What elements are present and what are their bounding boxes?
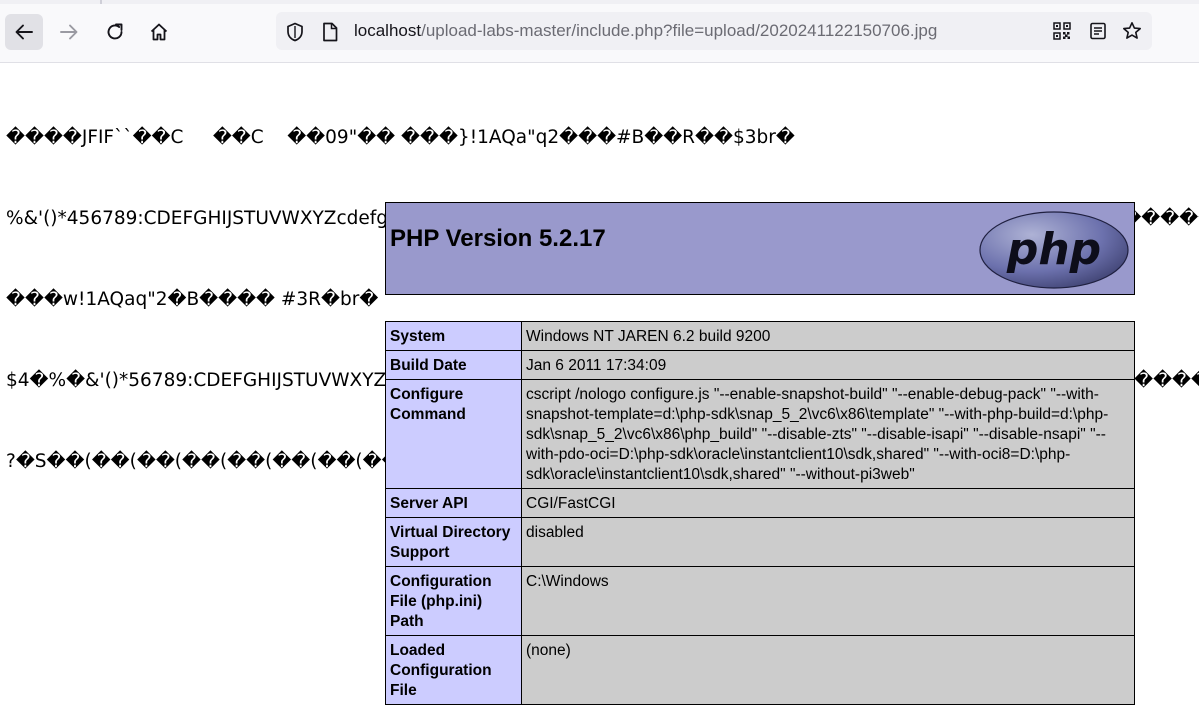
row-label: Loaded Configuration File xyxy=(385,635,522,705)
row-label: Configuration File (php.ini) Path xyxy=(385,566,522,636)
table-row: System Windows NT JAREN 6.2 build 9200 xyxy=(385,321,1135,351)
back-button[interactable] xyxy=(5,14,43,50)
shield-icon[interactable] xyxy=(284,21,306,43)
php-logo[interactable]: php xyxy=(978,210,1130,290)
url-host: localhost xyxy=(354,21,422,40)
row-value: (none) xyxy=(521,635,1135,705)
php-logo-text: php xyxy=(1006,224,1101,275)
table-row: Build Date Jan 6 2011 17:34:09 xyxy=(385,350,1135,380)
row-value: Jan 6 2011 17:34:09 xyxy=(521,350,1135,380)
url-text[interactable]: localhost/upload-labs-master/include.php… xyxy=(354,20,937,42)
row-value: CGI/FastCGI xyxy=(521,488,1135,518)
forward-button[interactable] xyxy=(50,14,88,50)
tab-strip-edge xyxy=(0,0,1199,4)
home-button[interactable] xyxy=(140,14,178,50)
reload-icon xyxy=(107,23,123,40)
page-icon[interactable] xyxy=(320,21,340,43)
row-label: Server API xyxy=(385,488,522,518)
reader-view-icon[interactable] xyxy=(1088,21,1108,41)
tab-edge xyxy=(100,0,102,4)
back-arrow-icon xyxy=(15,24,33,40)
row-label: Build Date xyxy=(385,350,522,380)
table-row: Configure Command cscript /nologo config… xyxy=(385,379,1135,489)
address-bar[interactable]: localhost/upload-labs-master/include.php… xyxy=(276,12,1152,50)
row-value: C:\Windows xyxy=(521,566,1135,636)
url-path: /upload-labs-master/include.php?file=upl… xyxy=(421,21,938,40)
qr-code-icon[interactable] xyxy=(1052,21,1072,41)
row-label: Configure Command xyxy=(385,379,522,489)
row-label: Virtual Directory Support xyxy=(385,517,522,567)
php-version-title: PHP Version 5.2.17 xyxy=(390,225,606,252)
row-label: System xyxy=(385,321,522,351)
table-row: Virtual Directory Support disabled xyxy=(385,517,1135,567)
row-value: cscript /nologo configure.js "--enable-s… xyxy=(521,379,1135,489)
garbled-line: ����JFIF``��C ��C ��09"�� ���}!1AQa"q2��… xyxy=(6,127,795,148)
table-row: Configuration File (php.ini) Path C:\Win… xyxy=(385,566,1135,636)
phpinfo-header: PHP Version 5.2.17 php xyxy=(385,202,1135,295)
home-icon xyxy=(150,23,168,41)
table-row: Loaded Configuration File (none) xyxy=(385,635,1135,705)
bookmark-star-icon[interactable] xyxy=(1121,20,1143,42)
reload-button[interactable] xyxy=(96,14,134,50)
table-row: Server API CGI/FastCGI xyxy=(385,488,1135,518)
forward-arrow-icon xyxy=(60,24,78,40)
browser-toolbar: localhost/upload-labs-master/include.php… xyxy=(0,0,1199,63)
row-value: disabled xyxy=(521,517,1135,567)
row-value: Windows NT JAREN 6.2 build 9200 xyxy=(521,321,1135,351)
phpinfo-table: System Windows NT JAREN 6.2 build 9200 B… xyxy=(385,321,1135,705)
